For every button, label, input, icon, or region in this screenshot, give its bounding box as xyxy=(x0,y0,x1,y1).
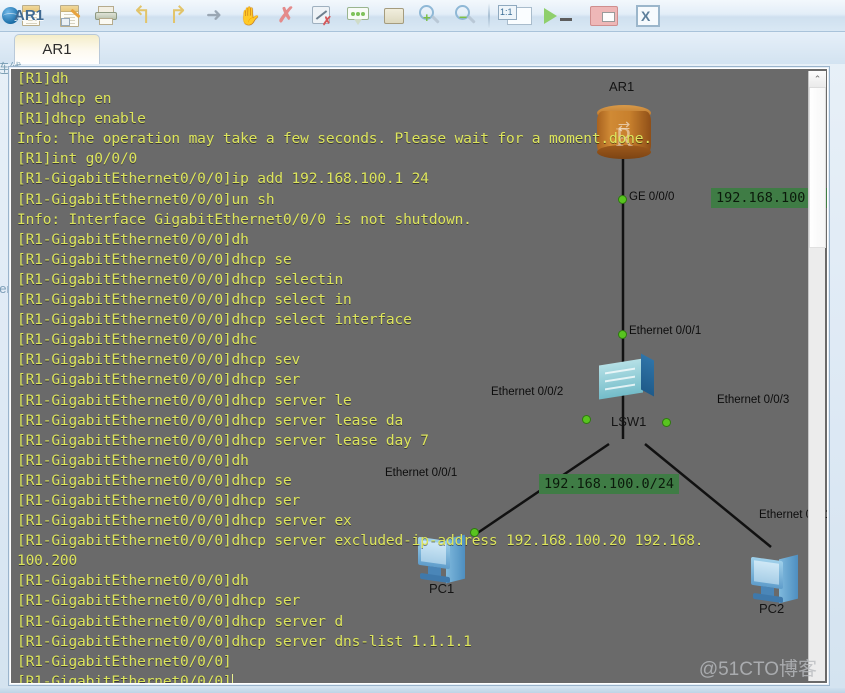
zoom-in-button[interactable]: + xyxy=(412,1,448,31)
toolbar-app-label: AR1 xyxy=(14,6,45,24)
red-stop-icon xyxy=(590,5,618,26)
stop-all-button[interactable] xyxy=(582,1,626,31)
close-window-icon: X xyxy=(636,4,660,27)
scroll-up-button[interactable]: ⌃ xyxy=(809,71,826,88)
main-toolbar: AR1 ↰ ↰ ➜ ✋ ✗ ✗ + − 1:1 X xyxy=(0,0,845,32)
undo-arrow-icon: ↰ xyxy=(131,1,153,29)
select-tool-button[interactable]: ➜ xyxy=(196,1,232,31)
start-all-button[interactable] xyxy=(538,1,582,31)
new-project-button[interactable]: AR1 xyxy=(0,1,52,31)
chevron-up-icon: ⌃ xyxy=(813,73,822,84)
redo-arrow-icon: ↰ xyxy=(167,1,189,29)
red-x-icon: ✗ xyxy=(277,4,295,27)
delete-link-button[interactable]: ✗ xyxy=(304,1,340,31)
save-button[interactable] xyxy=(52,1,88,31)
green-play-icon xyxy=(544,7,576,25)
console-vertical-scrollbar[interactable]: ⌃ xyxy=(808,71,826,681)
note-button[interactable] xyxy=(376,1,412,31)
cli-console-surface[interactable]: ⇄ R AR1 GE 0/0/0 192.168.100.1 Ethernet … xyxy=(11,69,827,683)
ensp-application-window: AR1 ↰ ↰ ➜ ✋ ✗ ✗ + − 1:1 X AR1 ⇄ R AR1 GE… xyxy=(0,0,845,693)
save-disk-icon xyxy=(60,4,81,27)
cursor-arrow-icon: ➜ xyxy=(206,5,222,26)
scrollbar-thumb[interactable] xyxy=(809,88,826,248)
note-rectangle-icon xyxy=(384,7,404,24)
status-strip xyxy=(0,688,845,693)
comment-button[interactable] xyxy=(340,1,376,31)
zoom-actual-size-button[interactable]: 1:1 xyxy=(494,1,538,31)
magnifier-minus-icon: − xyxy=(455,4,477,27)
text-cursor xyxy=(231,673,233,683)
magnifier-plus-icon: + xyxy=(419,4,441,27)
hand-icon: ✋ xyxy=(238,5,262,26)
print-button[interactable] xyxy=(88,1,124,31)
cli-lines: [R1]dh [R1]dhcp en [R1]dhcp enable Info:… xyxy=(17,71,704,683)
undo-button[interactable]: ↰ xyxy=(124,1,160,31)
one-to-one-icon: 1:1 xyxy=(498,4,534,27)
zoom-out-button[interactable]: − xyxy=(448,1,484,31)
redo-button[interactable]: ↰ xyxy=(160,1,196,31)
watermark-label: @51CTO博客 xyxy=(698,659,817,680)
pan-tool-button[interactable]: ✋ xyxy=(232,1,268,31)
cli-output-text[interactable]: [R1]dh [R1]dhcp en [R1]dhcp enable Info:… xyxy=(17,69,805,683)
toolbar-separator xyxy=(488,2,490,29)
tab-bar: AR1 xyxy=(0,32,845,64)
close-all-button[interactable]: X xyxy=(626,1,670,31)
delete-button[interactable]: ✗ xyxy=(268,1,304,31)
printer-icon xyxy=(95,5,117,26)
cli-console-panel[interactable]: ⇄ R AR1 GE 0/0/0 192.168.100.1 Ethernet … xyxy=(8,66,830,686)
speech-bubble-icon xyxy=(347,6,369,26)
cut-link-icon: ✗ xyxy=(311,5,333,27)
